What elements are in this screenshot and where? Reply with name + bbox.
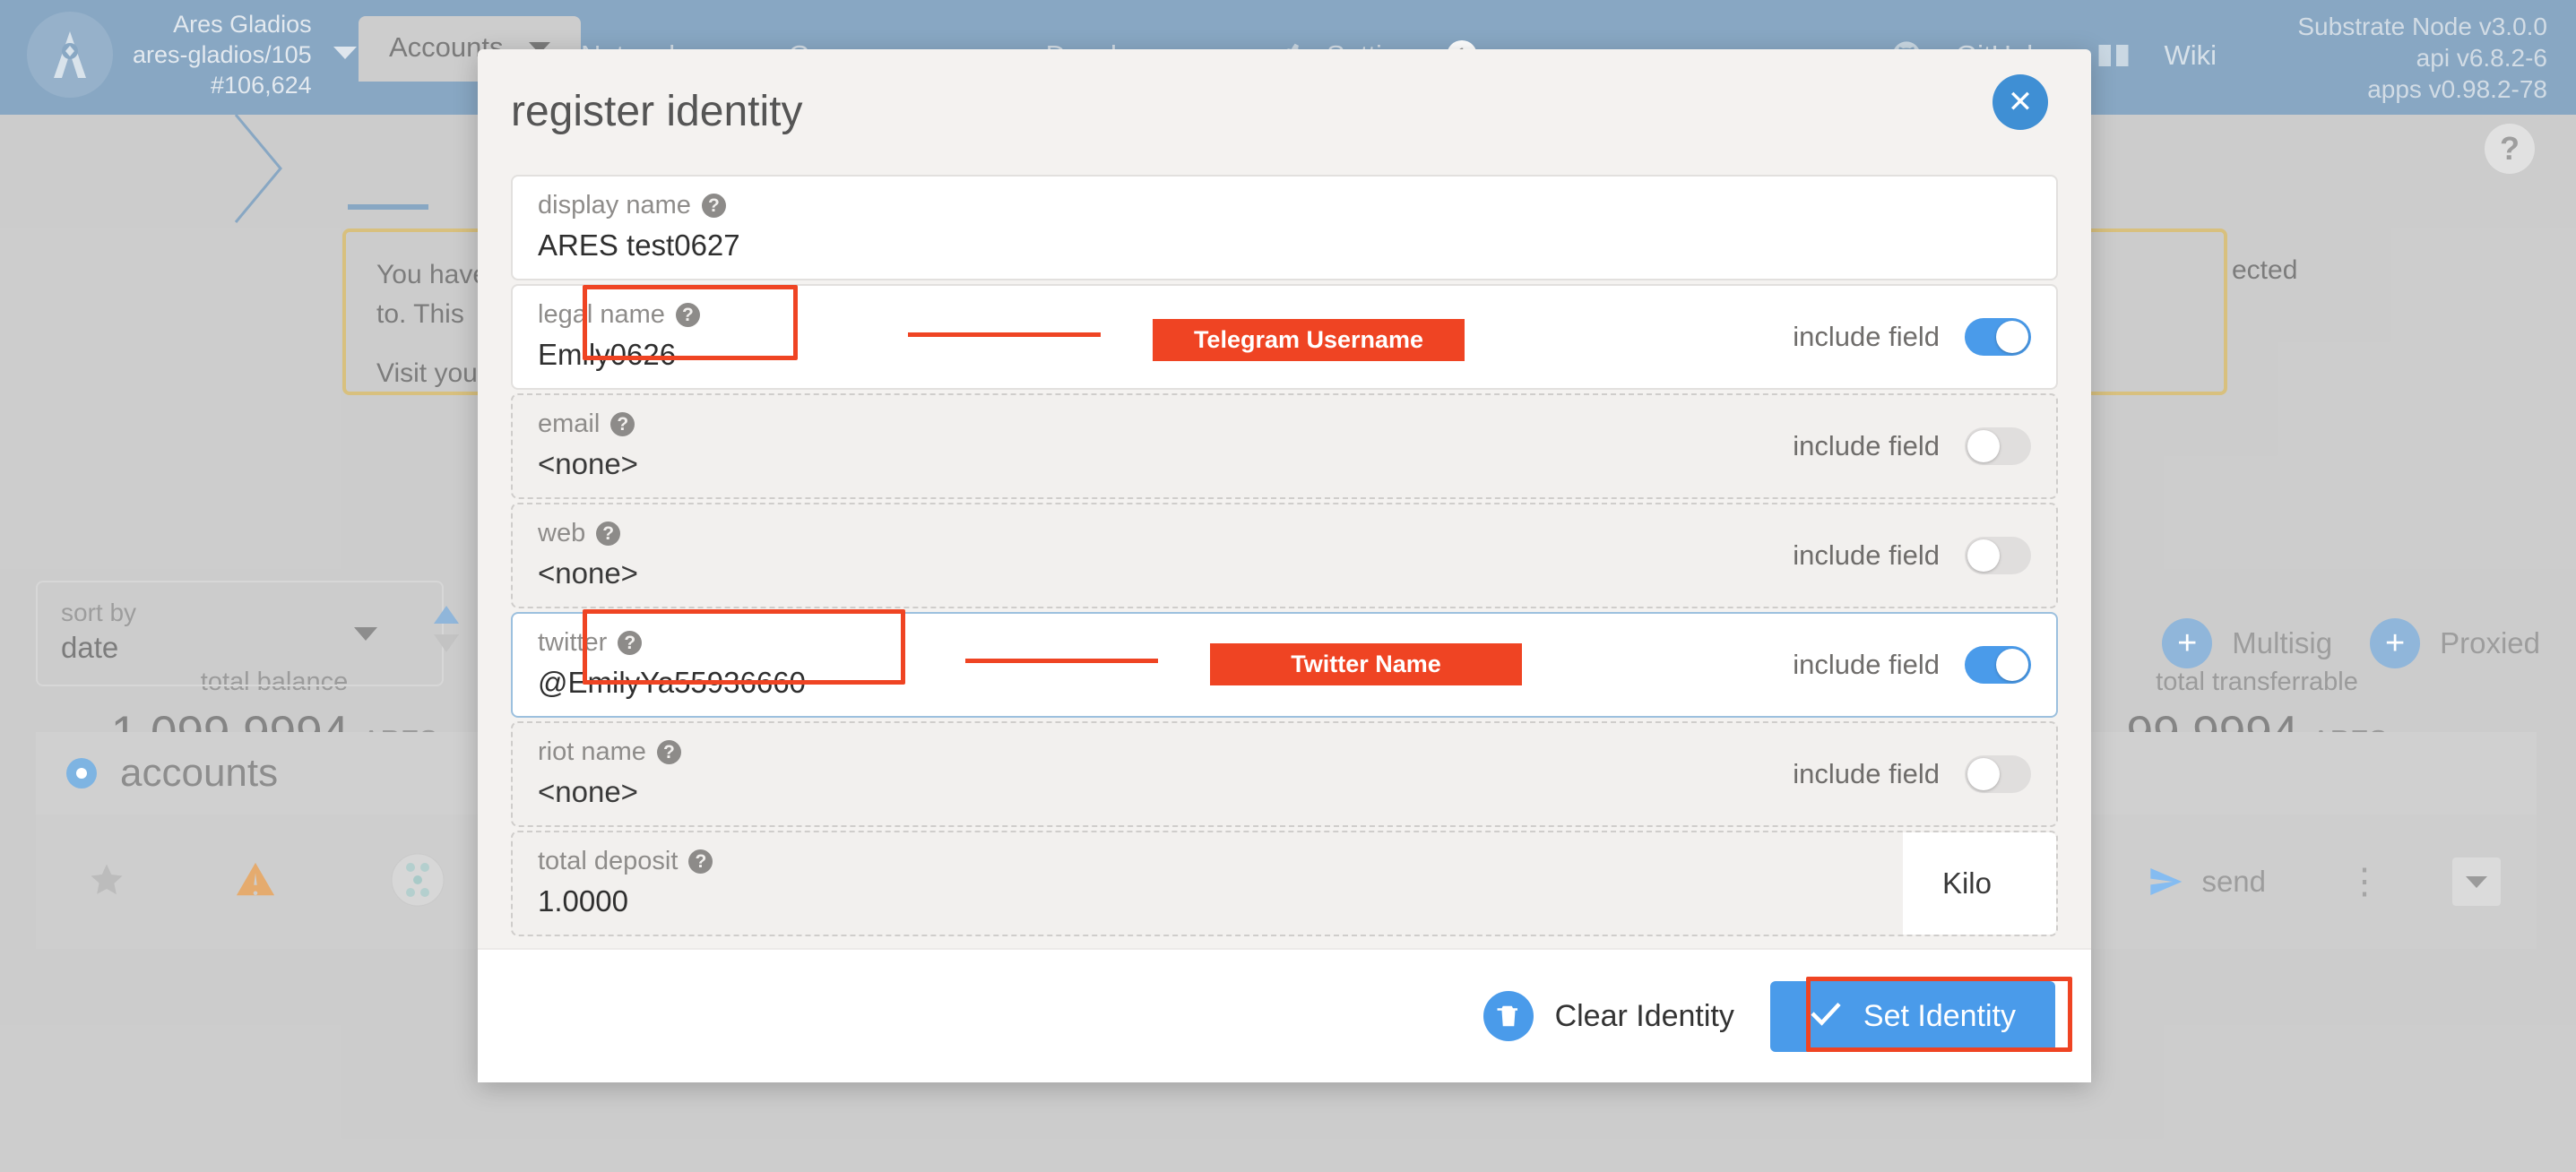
field-mid: [737, 723, 1793, 825]
field-label: email ?: [538, 409, 737, 439]
field-name: total deposit: [538, 847, 679, 875]
field-left: email ? <none>: [513, 395, 737, 497]
deposit-unit-label: Kilo: [1941, 866, 1992, 900]
field-mid: [740, 177, 2056, 279]
include-field-toggle[interactable]: [1965, 427, 2031, 465]
field-right: include field: [1793, 286, 2056, 388]
app-root: You have to. This Visit you ected total …: [0, 0, 2576, 1172]
field-name: legal name: [538, 300, 665, 329]
field-name: web: [538, 519, 586, 547]
set-identity-label: Set Identity: [1863, 998, 2016, 1033]
field-left: display name ? ARES test0627: [513, 177, 740, 279]
help-icon[interactable]: ?: [688, 849, 713, 874]
field-name: twitter: [538, 628, 608, 657]
modal-body: display name ? ARES test0627 legal name …: [478, 175, 2091, 948]
include-field-toggle[interactable]: [1965, 318, 2031, 356]
field-left: legal name ? Emily0626: [513, 286, 771, 388]
field-label: total deposit ?: [538, 847, 737, 876]
deposit-unit-select[interactable]: Kilo: [1902, 832, 2056, 935]
annotation-line-twitter: [965, 659, 1158, 663]
field-row-display-name[interactable]: display name ? ARES test0627: [511, 175, 2058, 280]
set-identity-button[interactable]: Set Identity: [1769, 980, 2055, 1052]
modal-footer: Clear Identity Set Identity: [478, 948, 2091, 1082]
include-field-label: include field: [1793, 321, 1940, 352]
field-row-riot-name[interactable]: riot name ? <none> include field: [511, 721, 2058, 827]
field-label: display name ?: [538, 191, 740, 220]
field-label: twitter ?: [538, 628, 826, 658]
field-row-email[interactable]: email ? <none> include field: [511, 393, 2058, 499]
include-field-label: include field: [1793, 649, 1940, 680]
field-name: riot name: [538, 737, 646, 766]
close-icon[interactable]: ✕: [1993, 74, 2048, 130]
field-left: twitter ? @EmilyYa55936660: [513, 614, 826, 716]
field-right: include field: [1793, 395, 2056, 497]
annotation-tag-twitter-name: Twitter Name: [1210, 643, 1522, 685]
field-row-total-deposit: total deposit ? 1.0000 Kilo: [511, 831, 2058, 936]
field-value[interactable]: Emily0626: [538, 338, 771, 372]
field-value[interactable]: @EmilyYa55936660: [538, 666, 826, 700]
field-right: include field: [1793, 504, 2056, 607]
field-name: email: [538, 409, 601, 438]
field-row-web[interactable]: web ? <none> include field: [511, 503, 2058, 608]
field-left: web ? <none>: [513, 504, 737, 607]
field-value[interactable]: ARES test0627: [538, 228, 740, 263]
help-icon[interactable]: ?: [610, 412, 635, 436]
field-label: legal name ?: [538, 300, 771, 330]
field-label: web ?: [538, 519, 737, 548]
clear-identity-label: Clear Identity: [1554, 998, 1734, 1033]
field-value: <none>: [538, 775, 638, 808]
field-mid: [737, 832, 1903, 935]
page-title: register identity: [511, 88, 803, 135]
help-icon[interactable]: ?: [675, 303, 700, 327]
help-icon[interactable]: ?: [596, 521, 621, 546]
clear-identity-button[interactable]: Clear Identity: [1482, 991, 1734, 1041]
field-right: include field: [1793, 614, 2056, 716]
field-name: display name: [538, 191, 691, 220]
field-mid: [737, 504, 1793, 607]
field-value: <none>: [538, 556, 638, 590]
include-field-toggle[interactable]: [1965, 755, 2031, 793]
set-identity-wrap: Set Identity: [1769, 980, 2055, 1052]
annotation-line-legal-name: [908, 332, 1101, 337]
help-icon[interactable]: ?: [656, 740, 681, 764]
register-identity-modal: register identity ✕ display name ? ARES …: [478, 49, 2091, 1082]
field-value: <none>: [538, 447, 638, 480]
include-field-toggle[interactable]: [1965, 646, 2031, 684]
trash-icon: [1482, 991, 1534, 1041]
field-right: include field: [1793, 723, 2056, 825]
field-label: riot name ?: [538, 737, 737, 767]
help-icon[interactable]: ?: [618, 631, 643, 655]
include-field-label: include field: [1793, 758, 1940, 789]
help-icon[interactable]: ?: [701, 194, 726, 218]
field-value: 1.0000: [538, 884, 628, 918]
check-icon: [1810, 999, 1842, 1034]
field-mid: [737, 395, 1793, 497]
field-left: total deposit ? 1.0000: [513, 832, 737, 935]
annotation-tag-telegram-username: Telegram Username: [1153, 319, 1465, 361]
field-left: riot name ? <none>: [513, 723, 737, 825]
include-field-label: include field: [1793, 539, 1940, 571]
modal-header: register identity ✕: [478, 49, 2091, 175]
include-field-label: include field: [1793, 430, 1940, 461]
include-field-toggle[interactable]: [1965, 537, 2031, 574]
